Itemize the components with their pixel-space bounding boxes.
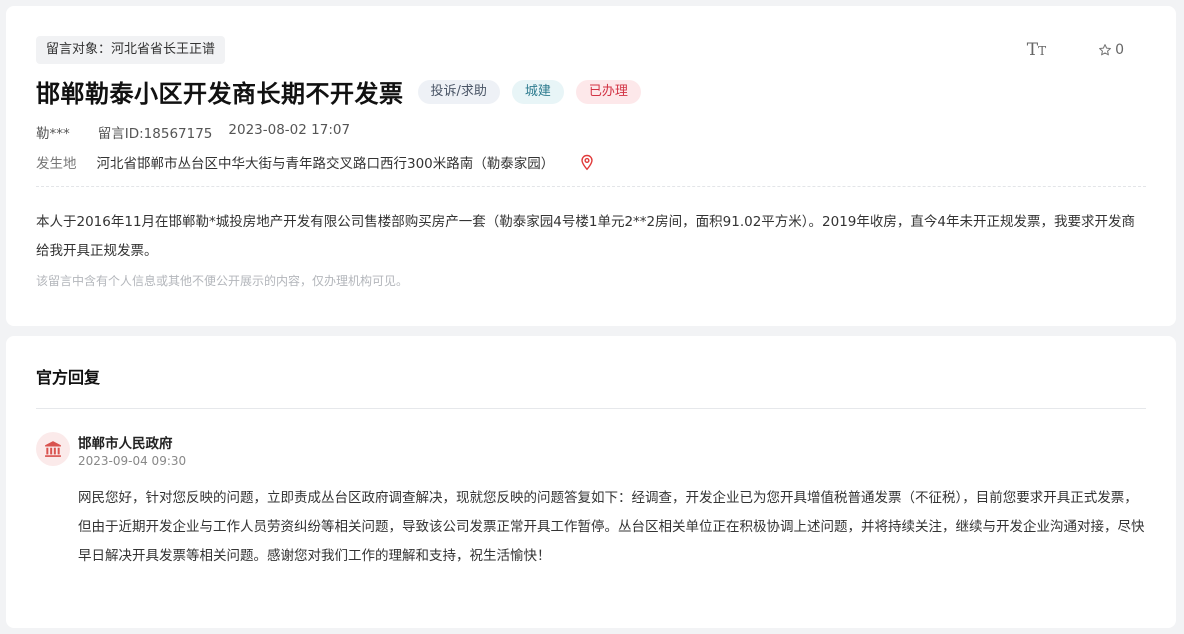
message-target: 留言对象：河北省省长王正谱 — [36, 36, 226, 64]
font-size-small-icon: T — [1038, 44, 1047, 58]
reply-org-name: 邯郸市人民政府 — [78, 436, 173, 452]
reply-datetime: 2023-09-04 09:30 — [78, 454, 187, 468]
message-toolbar: TT 0 — [1027, 40, 1124, 60]
title-row: 邯郸勒泰小区开发商长期不开发票 投诉/求助 城建 已办理 — [36, 74, 641, 109]
message-card: 留言对象：河北省省长王正谱 TT 0 邯郸勒泰小区开发商长期不开发票 投诉/求助… — [6, 6, 1176, 326]
favorite-count: 0 — [1115, 42, 1124, 58]
message-id: 留言ID:18567175 — [97, 126, 213, 142]
avatar — [36, 432, 70, 466]
type-badge: 投诉/求助 — [417, 79, 500, 104]
message-content: 本人于2016年11月在邯郸勒*城投房地产开发有限公司售楼部购买房产一套（勒泰家… — [36, 214, 1135, 259]
map-pin-icon[interactable] — [580, 154, 594, 171]
reply-card: 官方回复 邯郸市人民政府 2023-09-04 09:30 网民您好，针对您反映… — [6, 336, 1176, 628]
font-size-toggle-button[interactable]: TT — [1027, 40, 1046, 60]
status-badge: 已办理 — [575, 79, 641, 104]
divider — [36, 408, 1146, 409]
reply-section-title: 官方回复 — [36, 368, 101, 387]
reply-content: 网民您好，针对您反映的问题，立即责成丛台区政府调查解决，现就您反映的问题答复如下… — [78, 490, 1145, 564]
location-text: 河北省邯郸市丛台区中华大街与青年路交叉路口西行300米路南（勒泰家园） — [96, 156, 555, 172]
author-name: 勒*** — [36, 126, 70, 142]
government-building-icon — [45, 441, 61, 457]
star-outline-icon — [1099, 44, 1112, 56]
favorite-button[interactable]: 0 — [1098, 42, 1124, 58]
font-size-big-icon: T — [1026, 40, 1039, 60]
message-datetime: 2023-08-02 17:07 — [228, 122, 351, 138]
privacy-note: 该留言中含有个人信息或其他不便公开展示的内容，仅办理机构可见。 — [36, 274, 409, 288]
location-row: 发生地 河北省邯郸市丛台区中华大街与青年路交叉路口西行300米路南（勒泰家园） — [36, 152, 594, 172]
category-badge: 城建 — [511, 79, 564, 104]
message-meta: 勒*** 留言ID:18567175 2023-08-02 17:07 — [36, 122, 366, 142]
divider — [36, 186, 1146, 187]
location-label: 发生地 — [36, 156, 77, 172]
page-title: 邯郸勒泰小区开发商长期不开发票 — [36, 80, 404, 108]
